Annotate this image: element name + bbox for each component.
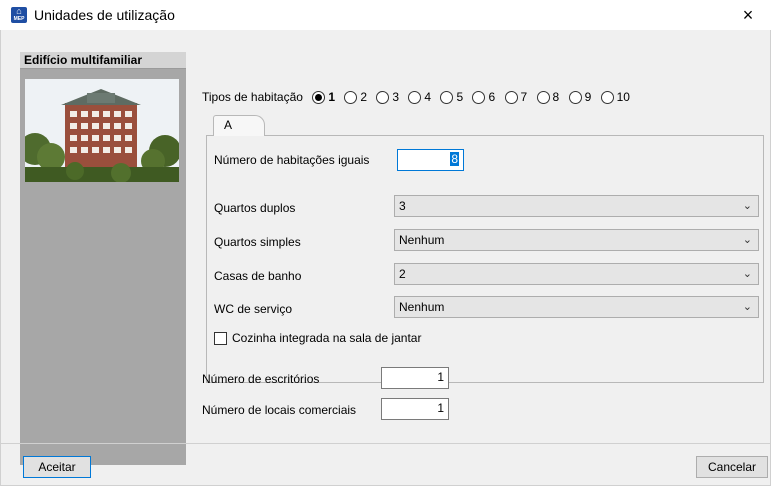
close-icon: × bbox=[742, 5, 754, 25]
housing-type-option-4[interactable]: 4 bbox=[408, 89, 431, 104]
mep-app-icon: ⌂ MEP bbox=[11, 7, 27, 23]
radio-icon bbox=[344, 90, 358, 104]
quartos-simples-label: Quartos simples bbox=[214, 235, 301, 249]
radio-icon bbox=[600, 90, 614, 104]
quartos-duplos-label: Quartos duplos bbox=[214, 201, 296, 215]
footer-divider bbox=[1, 443, 770, 444]
comerciais-label: Número de locais comerciais bbox=[202, 403, 357, 417]
casas-banho-select[interactable]: 2 ⌄ bbox=[394, 263, 759, 285]
cancel-button[interactable]: Cancelar bbox=[696, 456, 768, 478]
housing-types-label: Tipos de habitação bbox=[202, 89, 303, 104]
building-illustration bbox=[25, 79, 179, 182]
housing-type-option-5[interactable]: 5 bbox=[440, 89, 463, 104]
radio-icon bbox=[536, 90, 550, 104]
chevron-down-icon: ⌄ bbox=[742, 234, 752, 246]
radio-icon bbox=[376, 90, 390, 104]
housing-type-option-6[interactable]: 6 bbox=[472, 89, 495, 104]
housing-type-option-2[interactable]: 2 bbox=[344, 89, 367, 104]
radio-icon bbox=[440, 90, 454, 104]
comerciais-value: 1 bbox=[437, 401, 444, 415]
tab-a[interactable]: A bbox=[213, 115, 265, 136]
quartos-simples-select[interactable]: Nenhum ⌄ bbox=[394, 229, 759, 251]
escritorios-label: Número de escritórios bbox=[202, 372, 320, 386]
escritorios-value: 1 bbox=[437, 370, 444, 384]
chevron-down-icon: ⌄ bbox=[742, 200, 752, 212]
wc-servico-select[interactable]: Nenhum ⌄ bbox=[394, 296, 759, 318]
radio-icon bbox=[408, 90, 422, 104]
chevron-down-icon: ⌄ bbox=[742, 268, 752, 280]
dialog-client-area: Edifício multifamiliar Tipos de habitaçã… bbox=[0, 30, 771, 486]
accept-button[interactable]: Aceitar bbox=[23, 456, 91, 478]
wc-servico-label: WC de serviço bbox=[214, 302, 293, 316]
quartos-simples-value: Nenhum bbox=[399, 233, 445, 247]
cozinha-label: Cozinha integrada na sala de jantar bbox=[232, 331, 422, 345]
building-photo bbox=[25, 79, 179, 182]
escritorios-input[interactable]: 1 bbox=[381, 367, 449, 389]
chevron-down-icon: ⌄ bbox=[742, 301, 752, 313]
housing-type-option-3[interactable]: 3 bbox=[376, 89, 399, 104]
housing-types-group: Tipos de habitação 1 2 3 4 5 6 7 8 9 10 bbox=[202, 89, 636, 107]
radio-icon bbox=[472, 90, 486, 104]
housing-type-option-9[interactable]: 9 bbox=[568, 89, 591, 104]
cozinha-checkbox[interactable] bbox=[214, 332, 227, 345]
building-type-panel: Edifício multifamiliar bbox=[20, 52, 186, 465]
quartos-duplos-select[interactable]: 3 ⌄ bbox=[394, 195, 759, 217]
housing-type-option-1[interactable]: 1 bbox=[312, 89, 335, 104]
radio-icon bbox=[568, 90, 582, 104]
tab-panel-a: Número de habitações iguais 8 Quartos du… bbox=[206, 135, 764, 383]
num-habitacoes-value: 8 bbox=[450, 152, 459, 166]
housing-type-option-7[interactable]: 7 bbox=[504, 89, 527, 104]
building-type-header: Edifício multifamiliar bbox=[20, 52, 186, 69]
title-bar: ⌂ MEP Unidades de utilização × bbox=[0, 0, 771, 30]
window-title: Unidades de utilização bbox=[34, 7, 175, 23]
num-habitacoes-label: Número de habitações iguais bbox=[214, 153, 370, 167]
num-habitacoes-input[interactable]: 8 bbox=[397, 149, 464, 171]
radio-checked-icon bbox=[312, 90, 326, 104]
quartos-duplos-value: 3 bbox=[399, 199, 406, 213]
casas-banho-value: 2 bbox=[399, 267, 406, 281]
wc-servico-value: Nenhum bbox=[399, 300, 445, 314]
comerciais-input[interactable]: 1 bbox=[381, 398, 449, 420]
close-button[interactable]: × bbox=[725, 0, 771, 30]
casas-banho-label: Casas de banho bbox=[214, 269, 302, 283]
housing-type-option-10[interactable]: 10 bbox=[600, 89, 630, 104]
radio-icon bbox=[504, 90, 518, 104]
building-type-label: Edifício multifamiliar bbox=[24, 53, 143, 67]
housing-type-option-8[interactable]: 8 bbox=[536, 89, 559, 104]
